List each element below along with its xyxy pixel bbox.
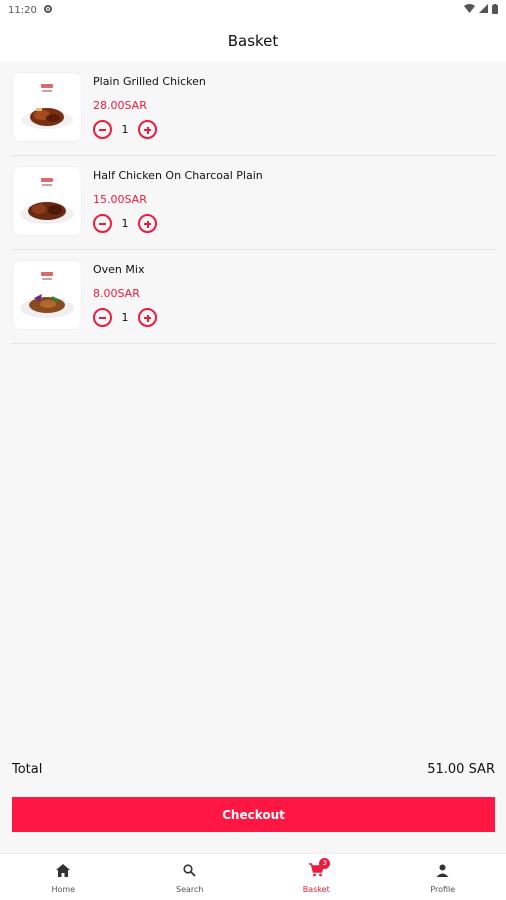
settings-icon [43, 4, 53, 17]
status-bar: 11:20 [0, 0, 506, 20]
decrease-quantity-button[interactable] [93, 213, 112, 233]
minus-icon [99, 129, 106, 131]
product-name: Half Chicken On Charcoal Plain [93, 169, 263, 182]
tab-label: Home [51, 885, 76, 894]
total-label: Total [12, 761, 43, 777]
increase-quantity-button[interactable] [138, 213, 157, 233]
product-price: 15.00SAR [93, 193, 147, 206]
tab-home[interactable]: Home [0, 854, 127, 900]
tab-search[interactable]: Search [127, 854, 254, 900]
status-time: 11:20 [8, 4, 37, 16]
quantity-stepper: 1 [93, 213, 263, 233]
tab-label: Basket [302, 885, 330, 894]
battery-icon [492, 3, 498, 17]
person-icon [436, 862, 449, 881]
basket-item[interactable]: Half Chicken On Charcoal Plain 15.00SAR … [12, 156, 496, 250]
bottom-navigation: Home Search 3 Basket Profile [0, 853, 506, 900]
tab-label: Search [176, 885, 204, 894]
basket-list: Plain Grilled Chicken 28.00SAR 1 Half Ch… [0, 62, 506, 344]
quantity-value: 1 [121, 310, 129, 324]
product-image [12, 72, 82, 142]
basket-screen: 11:20 Basket Plain Grilled Chicken 28.00… [0, 0, 506, 900]
tab-label: Profile [430, 885, 456, 894]
product-image [12, 166, 82, 236]
total-row: Total 51.00 SAR [12, 758, 495, 780]
checkout-button[interactable]: Checkout [12, 797, 495, 832]
decrease-quantity-button[interactable] [93, 307, 112, 327]
total-value: 51.00 SAR [427, 761, 495, 777]
increase-quantity-button[interactable] [138, 307, 157, 327]
product-price: 8.00SAR [93, 287, 140, 300]
product-price: 28.00SAR [93, 99, 147, 112]
product-image [12, 260, 82, 330]
signal-icon [479, 4, 488, 16]
quantity-value: 1 [121, 216, 129, 230]
quantity-stepper: 1 [93, 307, 157, 327]
search-icon [183, 862, 196, 881]
increase-quantity-button[interactable] [138, 119, 157, 139]
minus-icon [99, 223, 106, 225]
tab-basket[interactable]: 3 Basket [253, 854, 380, 900]
home-icon [56, 862, 71, 881]
minus-icon [99, 317, 106, 319]
product-name: Plain Grilled Chicken [93, 75, 206, 88]
cart-count-badge: 3 [319, 858, 331, 869]
page-title: Basket [227, 32, 279, 50]
basket-item[interactable]: Oven Mix 8.00SAR 1 [12, 250, 496, 344]
quantity-stepper: 1 [93, 119, 206, 139]
app-header: Basket [0, 20, 506, 62]
basket-item[interactable]: Plain Grilled Chicken 28.00SAR 1 [12, 62, 496, 156]
decrease-quantity-button[interactable] [93, 119, 112, 139]
quantity-value: 1 [121, 122, 129, 136]
product-name: Oven Mix [93, 263, 145, 276]
tab-profile[interactable]: Profile [380, 854, 506, 900]
wifi-icon [464, 4, 475, 16]
